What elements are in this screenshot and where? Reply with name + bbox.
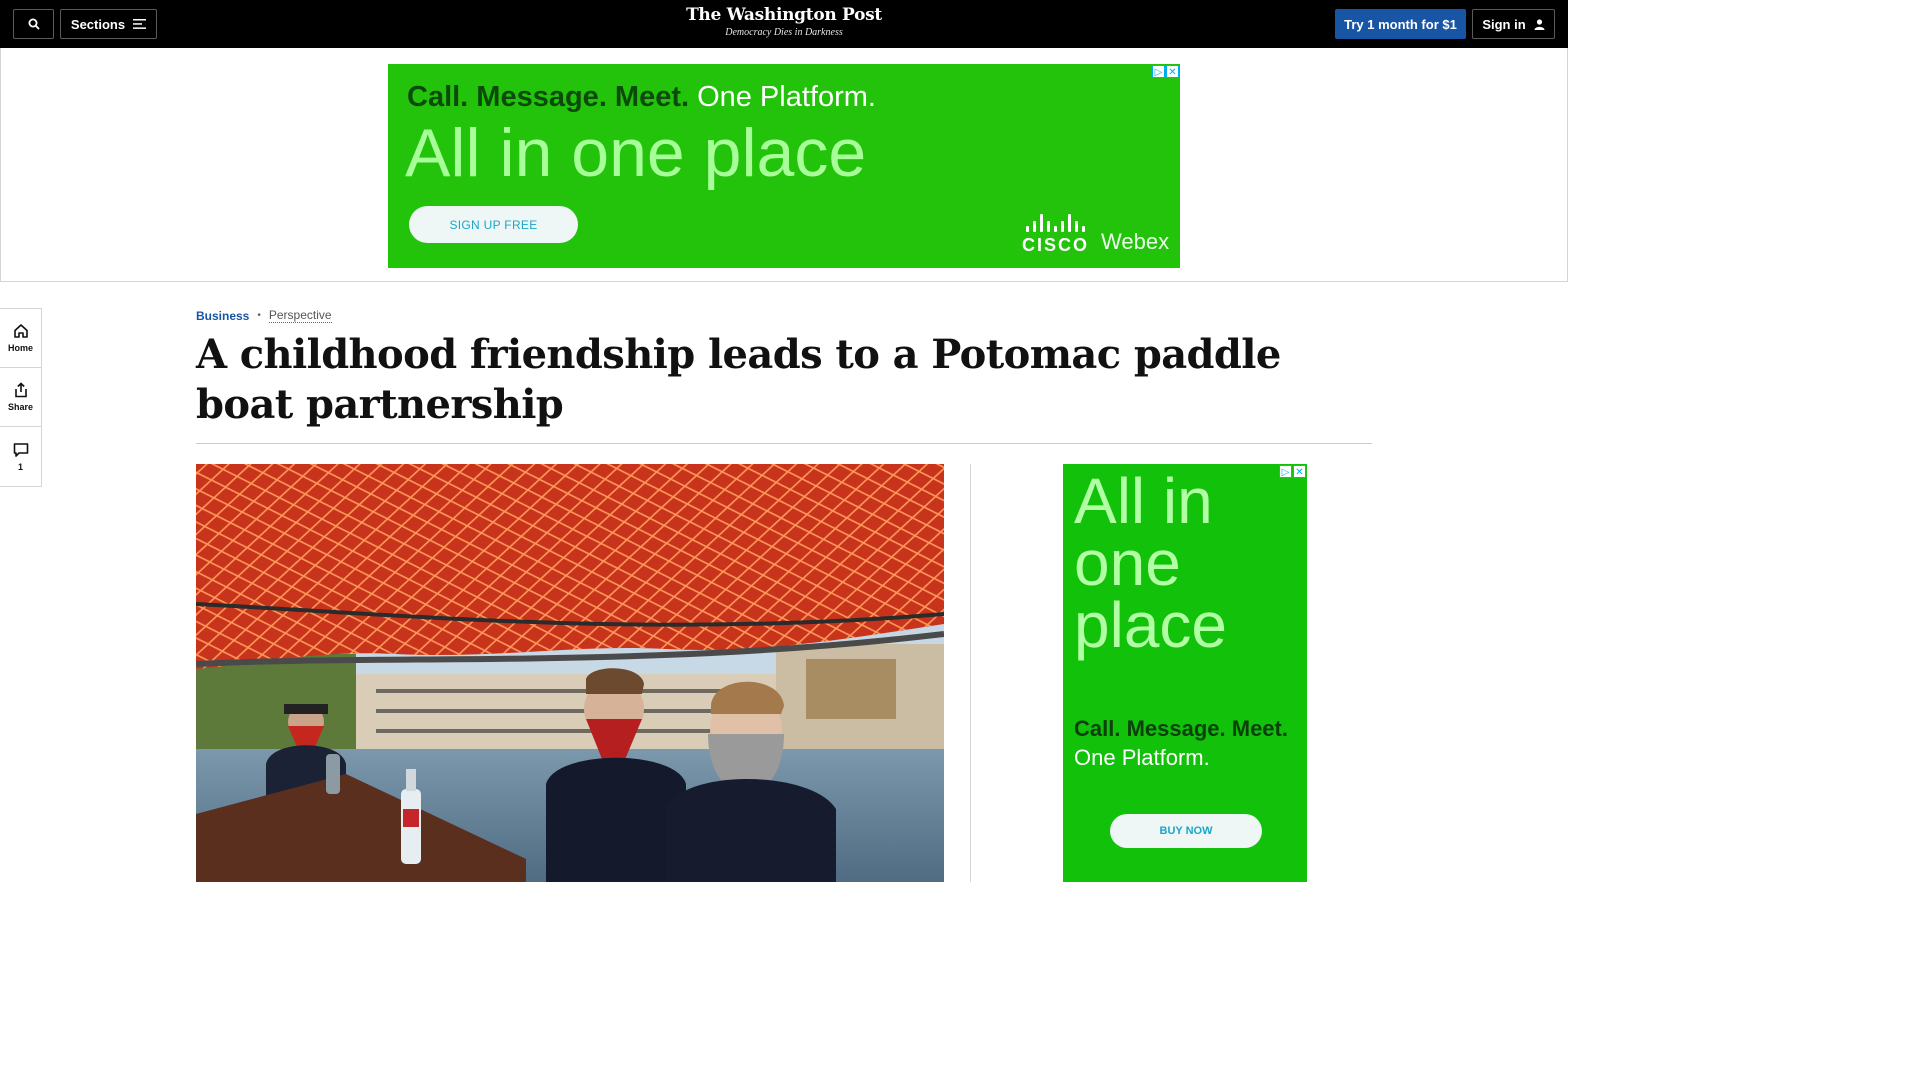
column-divider bbox=[970, 464, 971, 882]
sign-in-button[interactable]: Sign in bbox=[1472, 9, 1555, 39]
cisco-logo: CISCO bbox=[1022, 214, 1089, 256]
sections-label: Sections bbox=[70, 16, 126, 32]
home-icon bbox=[13, 324, 28, 338]
rail-home-label: Home bbox=[7, 343, 33, 353]
rail-share-label: Share bbox=[7, 402, 33, 412]
top-nav-bar: Sections The Washington Post Democracy D… bbox=[0, 0, 1568, 48]
comment-icon bbox=[13, 442, 28, 457]
boat-photo-illustration bbox=[196, 464, 944, 882]
section-link[interactable]: Business bbox=[196, 309, 249, 323]
left-action-rail: Home Share 1 bbox=[0, 308, 42, 487]
side-ad-buy-button[interactable]: BUY NOW bbox=[1110, 814, 1262, 848]
sections-button[interactable]: Sections bbox=[60, 9, 157, 39]
subscribe-button[interactable]: Try 1 month for $1 bbox=[1335, 9, 1466, 39]
logo-text: The Washington Post bbox=[686, 5, 882, 25]
share-icon bbox=[14, 382, 27, 398]
site-logo[interactable]: The Washington Post Democracy Dies in Da… bbox=[684, 5, 884, 38]
rail-comments-count: 1 bbox=[17, 461, 23, 472]
ad-tagline-light: One Platform. bbox=[697, 81, 876, 113]
lead-photo[interactable] bbox=[196, 464, 944, 882]
ad-signup-button[interactable]: SIGN UP FREE bbox=[409, 206, 578, 243]
side-advertisement[interactable]: All in one place Call. Message. Meet. One … bbox=[1063, 464, 1307, 882]
cisco-wordmark: CISCO bbox=[1022, 235, 1090, 255]
article-headline: A childhood friendship leads to a Potoma… bbox=[196, 331, 1281, 428]
side-ad-close-icon[interactable]: ✕ bbox=[1293, 465, 1306, 478]
tagline: Democracy Dies in Darkness bbox=[725, 27, 843, 38]
ad-headline: All in one place bbox=[405, 115, 867, 191]
ad-tagline: Call. Message. Meet. One Platform. bbox=[407, 81, 876, 114]
rail-home[interactable]: Home bbox=[0, 309, 41, 368]
kicker-separator: • bbox=[257, 310, 261, 321]
cisco-bars-icon bbox=[1026, 214, 1085, 232]
side-ad-choices[interactable]: ▷ ✕ bbox=[1278, 465, 1306, 478]
ad-brand: CISCO Webex bbox=[1022, 214, 1169, 256]
ad-tagline-bold: Call. Message. Meet. bbox=[407, 81, 690, 113]
ad-info-icon[interactable]: ▷ bbox=[1152, 65, 1165, 78]
top-advertisement[interactable]: Call. Message. Meet. One Platform. All in… bbox=[388, 64, 1180, 268]
article-kicker: Business • Perspective bbox=[196, 308, 332, 323]
sign-in-label: Sign in bbox=[1482, 16, 1526, 32]
headline-divider bbox=[196, 443, 1372, 444]
side-ad-tagline-light: One Platform. bbox=[1074, 745, 1210, 770]
perspective-label[interactable]: Perspective bbox=[268, 308, 332, 323]
rail-comments[interactable]: 1 bbox=[0, 427, 41, 486]
search-icon bbox=[28, 18, 40, 30]
menu-icon bbox=[133, 19, 147, 29]
rail-share[interactable]: Share bbox=[0, 368, 41, 427]
ad-close-icon[interactable]: ✕ bbox=[1166, 65, 1179, 78]
ad-choices[interactable]: ▷ ✕ bbox=[1151, 65, 1179, 78]
side-ad-info-icon[interactable]: ▷ bbox=[1279, 465, 1292, 478]
webex-wordmark: Webex bbox=[1101, 229, 1170, 254]
side-ad-tagline-bold: Call. Message. Meet. bbox=[1074, 716, 1288, 741]
search-button[interactable] bbox=[13, 9, 54, 39]
user-icon bbox=[1534, 18, 1545, 30]
side-ad-headline: All in one place bbox=[1074, 465, 1227, 661]
